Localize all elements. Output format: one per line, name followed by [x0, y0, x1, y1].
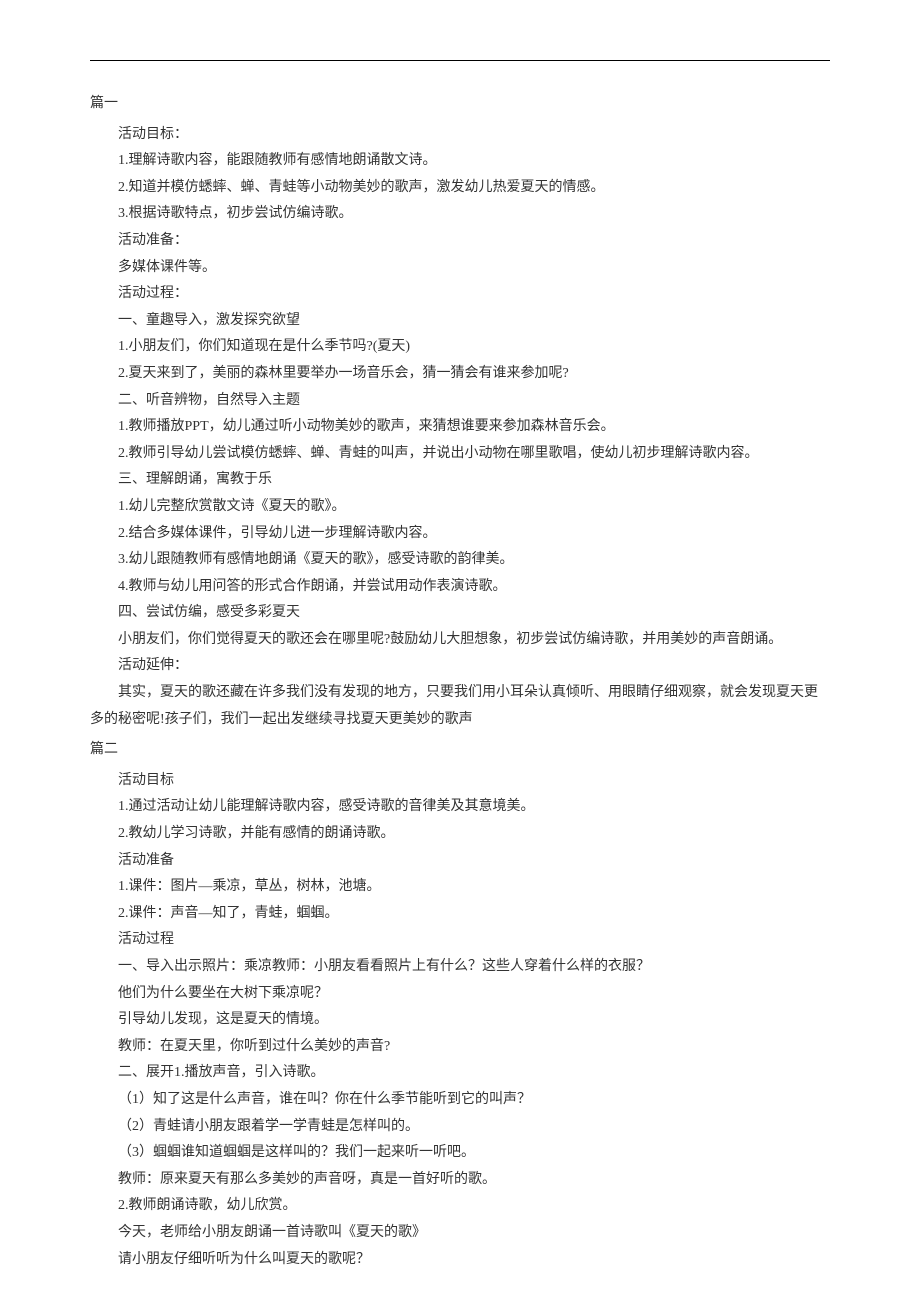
section-2: 篇二 活动目标 1.通过活动让幼儿能理解诗歌内容，感受诗歌的音律美及其意境美。 … [90, 737, 830, 1273]
body-line: 1.教师播放PPT，幼儿通过听小动物美妙的歌声，来猜想谁要来参加森林音乐会。 [90, 414, 830, 441]
body-line: 4.教师与幼儿用问答的形式合作朗诵，并尝试用动作表演诗歌。 [90, 574, 830, 601]
body-line: 四、尝试仿编，感受多彩夏天 [90, 600, 830, 627]
body-line: 教师：在夏天里，你听到过什么美妙的声音? [90, 1034, 830, 1061]
body-line: 活动过程： [90, 281, 830, 308]
document-page: 篇一 活动目标： 1.理解诗歌内容，能跟随教师有感情地朗诵散文诗。 2.知道并模… [0, 0, 920, 1313]
body-line: 1.幼儿完整欣赏散文诗《夏天的歌》。 [90, 494, 830, 521]
body-line: 1.理解诗歌内容，能跟随教师有感情地朗诵散文诗。 [90, 148, 830, 175]
body-line: （2）青蛙请小朋友跟着学一学青蛙是怎样叫的。 [90, 1114, 830, 1141]
body-line: 2.教幼儿学习诗歌，并能有感情的朗诵诗歌。 [90, 821, 830, 848]
body-line: 活动目标： [90, 122, 830, 149]
body-line: 2.夏天来到了，美丽的森林里要举办一场音乐会，猜一猜会有谁来参加呢? [90, 361, 830, 388]
top-divider [90, 60, 830, 61]
body-line: 二、展开1.播放声音，引入诗歌。 [90, 1060, 830, 1087]
body-line: 引导幼儿发现，这是夏天的情境。 [90, 1007, 830, 1034]
body-line: 1.小朋友们，你们知道现在是什么季节吗?(夏天) [90, 334, 830, 361]
body-line: 三、理解朗诵，寓教于乐 [90, 467, 830, 494]
body-line: 一、童趣导入，激发探究欲望 [90, 308, 830, 335]
body-line: 活动目标 [90, 768, 830, 795]
body-line: 教师：原来夏天有那么多美妙的声音呀，真是一首好听的歌。 [90, 1167, 830, 1194]
body-line: 请小朋友仔细听听为什么叫夏天的歌呢？ [90, 1247, 830, 1274]
body-line: 其实，夏天的歌还藏在许多我们没有发现的地方，只要我们用小耳朵认真倾听、用眼睛仔细… [90, 680, 830, 733]
body-line: 活动过程 [90, 927, 830, 954]
body-line: 2.结合多媒体课件，引导幼儿进一步理解诗歌内容。 [90, 521, 830, 548]
body-line: 他们为什么要坐在大树下乘凉呢？ [90, 981, 830, 1008]
body-line: 小朋友们，你们觉得夏天的歌还会在哪里呢?鼓励幼儿大胆想象，初步尝试仿编诗歌，并用… [90, 627, 830, 654]
body-line: （3）蝈蝈谁知道蝈蝈是这样叫的？我们一起来听一听吧。 [90, 1140, 830, 1167]
body-line: 2.知道并模仿蟋蟀、蝉、青蛙等小动物美妙的歌声，激发幼儿热爱夏天的情感。 [90, 175, 830, 202]
body-line: 二、听音辨物，自然导入主题 [90, 388, 830, 415]
body-line: 2.教师朗诵诗歌，幼儿欣赏。 [90, 1193, 830, 1220]
body-line: 今天，老师给小朋友朗诵一首诗歌叫《夏天的歌》 [90, 1220, 830, 1247]
section-1: 篇一 活动目标： 1.理解诗歌内容，能跟随教师有感情地朗诵散文诗。 2.知道并模… [90, 91, 830, 733]
body-line: 一、导入出示照片：乘凉教师：小朋友看看照片上有什么？这些人穿着什么样的衣服？ [90, 954, 830, 981]
body-line: 1.通过活动让幼儿能理解诗歌内容，感受诗歌的音律美及其意境美。 [90, 794, 830, 821]
section-heading: 篇一 [90, 91, 830, 118]
section-heading: 篇二 [90, 737, 830, 764]
body-line: 2.教师引导幼儿尝试模仿蟋蟀、蝉、青蛙的叫声，并说出小动物在哪里歌唱，使幼儿初步… [90, 441, 830, 468]
body-line: 2.课件：声音—知了，青蛙，蝈蝈。 [90, 901, 830, 928]
body-line: 3.幼儿跟随教师有感情地朗诵《夏天的歌》，感受诗歌的韵律美。 [90, 547, 830, 574]
body-line: （1）知了这是什么声音，谁在叫？你在什么季节能听到它的叫声？ [90, 1087, 830, 1114]
body-line: 活动准备： [90, 228, 830, 255]
body-line: 1.课件：图片—乘凉，草丛，树林，池塘。 [90, 874, 830, 901]
body-line: 3.根据诗歌特点，初步尝试仿编诗歌。 [90, 201, 830, 228]
body-line: 活动准备 [90, 848, 830, 875]
body-line: 活动延伸： [90, 653, 830, 680]
body-line: 多媒体课件等。 [90, 255, 830, 282]
